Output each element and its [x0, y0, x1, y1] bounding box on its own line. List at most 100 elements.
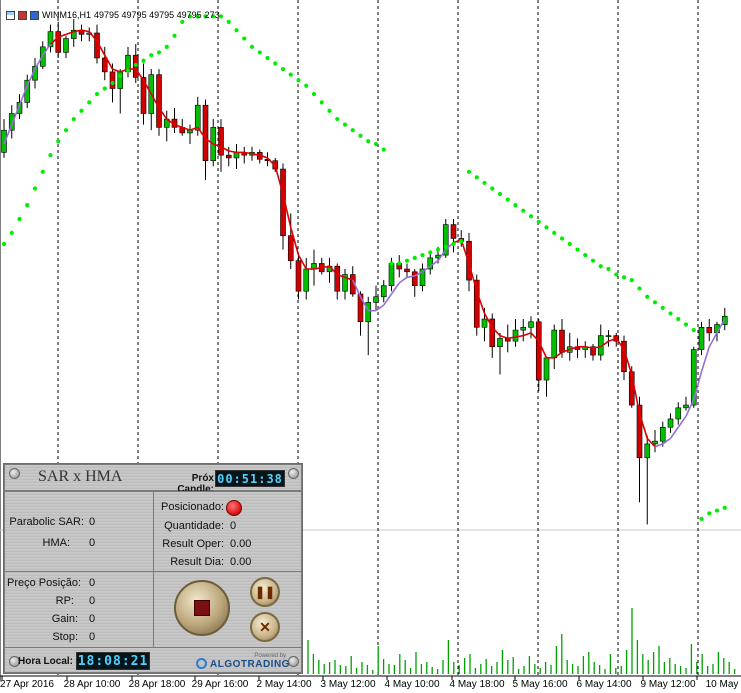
- hma-segment: [398, 276, 408, 284]
- hma-segment: [112, 68, 121, 73]
- hma-segment: [499, 334, 509, 340]
- sar-dot: [87, 100, 92, 105]
- hma-segment: [708, 332, 718, 348]
- sar-dot: [412, 255, 417, 260]
- candle-body: [698, 327, 705, 350]
- x-axis-label: 27 Apr 2016: [0, 679, 54, 690]
- candle-body: [675, 407, 682, 420]
- sar-dot: [466, 169, 472, 174]
- close-position-button[interactable]: ✕: [250, 612, 280, 642]
- sar-dot: [614, 272, 619, 277]
- sar-dot: [156, 50, 162, 55]
- sar-dot: [505, 197, 510, 202]
- candle-body: [187, 129, 193, 134]
- sar-dot: [621, 275, 627, 280]
- position-status-indicator: [226, 500, 242, 516]
- x-axis-label: 4 May 10:00: [384, 679, 440, 690]
- sar-dot: [288, 72, 293, 77]
- sar-dot: [490, 186, 495, 191]
- sar-dot: [590, 258, 596, 263]
- sar-dot: [645, 294, 650, 299]
- sar-dot: [513, 203, 518, 208]
- gain-label: Gain:: [51, 613, 78, 625]
- sar-dot: [528, 214, 534, 219]
- sar-dot: [102, 86, 107, 91]
- sar-dot: [79, 108, 84, 113]
- sar-dot: [583, 253, 588, 258]
- chart-window-icon: [6, 10, 15, 20]
- sar-dot: [118, 73, 123, 79]
- hma-segment: [669, 426, 679, 439]
- candle-body: [667, 418, 674, 428]
- preco-posicao-value: 0: [89, 577, 96, 589]
- logo-mark-icon: [196, 658, 207, 669]
- sar-dot: [48, 153, 53, 158]
- candle-body: [109, 71, 116, 89]
- candle-body: [295, 260, 302, 292]
- sar-dot: [280, 66, 286, 72]
- quantidade-value: 0: [230, 520, 237, 532]
- sar-dot: [683, 322, 689, 327]
- sar-dot: [389, 261, 394, 266]
- sar-dot: [676, 316, 681, 322]
- sar-dot: [443, 244, 448, 249]
- sar-dot: [172, 33, 177, 38]
- sar-dot: [110, 80, 115, 86]
- candle-body: [55, 31, 62, 53]
- parabolic-sar-label: Parabolic SAR:: [9, 516, 84, 528]
- sar-dot: [257, 50, 262, 55]
- sar-dot: [451, 241, 456, 247]
- sar-dot: [149, 53, 154, 58]
- rp-label: RP:: [55, 595, 74, 607]
- sar-dot: [482, 180, 487, 186]
- candle-body: [497, 338, 503, 348]
- candle-body: [303, 268, 310, 292]
- preco-posicao-label: Preço Posição:: [7, 577, 81, 589]
- screw-icon: [9, 468, 20, 479]
- candle-body: [225, 154, 232, 159]
- stop-button[interactable]: [174, 580, 230, 636]
- sar-dot: [652, 300, 658, 305]
- result-dia-value: 0.00: [230, 556, 252, 568]
- sar-dot: [273, 61, 278, 66]
- x-axis-label: 2 May 14:00: [256, 679, 312, 690]
- sar-dot: [358, 133, 363, 138]
- candle-body: [512, 329, 519, 342]
- sar-dot: [304, 83, 309, 88]
- pause-icon: ❚❚: [254, 585, 276, 599]
- sar-dot: [17, 216, 22, 222]
- candle-body: [543, 357, 550, 381]
- sar-dot: [373, 141, 379, 147]
- sar-dot: [497, 191, 503, 197]
- next-candle-timer: 00:51:38: [215, 470, 285, 487]
- pause-button[interactable]: ❚❚: [250, 577, 280, 607]
- sar-dot: [319, 100, 324, 105]
- screw-icon: [288, 468, 299, 479]
- hma-segment: [700, 346, 711, 372]
- symbol-flag-icon: [30, 10, 39, 20]
- sar-dot: [1, 241, 7, 247]
- result-oper-value: 0.00: [230, 538, 252, 550]
- sar-dot: [691, 327, 696, 333]
- x-axis-label: 28 Apr 10:00: [63, 679, 121, 690]
- brand-name: ALGOTRADING: [210, 659, 290, 670]
- candle-body: [528, 321, 534, 328]
- sar-dot: [606, 266, 611, 272]
- sar-dot: [575, 247, 580, 252]
- sar-dot: [637, 286, 642, 291]
- stop-value: 0: [89, 631, 96, 643]
- candle-body: [373, 296, 379, 303]
- sar-dot: [234, 28, 239, 33]
- sar-dot: [141, 58, 146, 63]
- candle-body: [644, 443, 651, 459]
- algotrading-logo: Powered by ALGOTRADING: [196, 653, 290, 671]
- candle-body: [652, 440, 658, 445]
- sar-dot: [552, 230, 557, 236]
- result-oper-label: Result Oper:: [162, 538, 224, 550]
- x-axis-label: 10 May: [705, 679, 739, 690]
- sar-hma-panel[interactable]: SAR x HMA Próx Candle: 00:51:38 Paraboli…: [3, 463, 303, 674]
- sar-dot: [63, 128, 69, 133]
- candle-body: [605, 335, 612, 337]
- sar-dot: [226, 19, 231, 24]
- sar-dot: [164, 44, 169, 49]
